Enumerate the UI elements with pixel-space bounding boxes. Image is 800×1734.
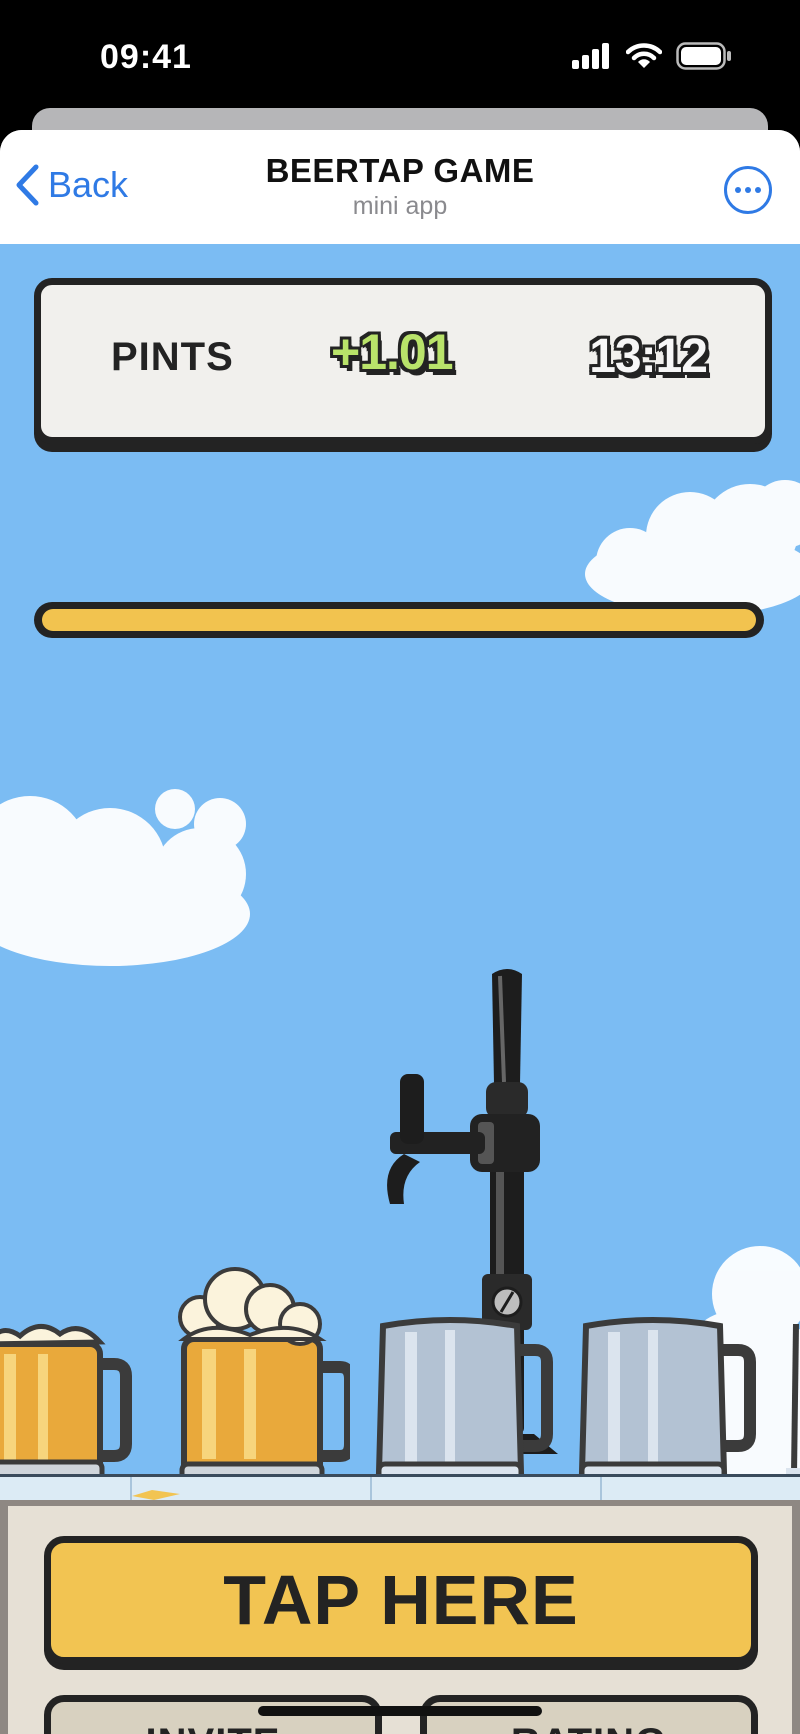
score-panel: PINTS +1.01 13:12 — [34, 278, 772, 444]
game-area[interactable]: PINTS +1.01 13:12 TAP HERE — [0, 244, 800, 1734]
app-screen: 09:41 Back BEERTAP GAME mini app PINTS +… — [0, 0, 800, 1734]
cellular-signal-icon — [572, 43, 609, 69]
page-subtitle: mini app — [352, 192, 448, 220]
wifi-icon — [626, 43, 662, 68]
beer-mug-full-icon — [0, 1324, 132, 1483]
app-header: Back BEERTAP GAME mini app — [0, 130, 800, 244]
beer-mug-empty-icon — [578, 1317, 756, 1483]
more-options-button[interactable] — [724, 166, 772, 214]
mini-app-sheet: Back BEERTAP GAME mini app PINTS +1.01 1… — [0, 130, 800, 1734]
countdown-timer: 13:12 — [589, 330, 708, 383]
progress-bar-fill — [42, 609, 756, 631]
status-time: 09:41 — [100, 38, 192, 76]
status-bar: 09:41 — [0, 0, 800, 110]
pints-bonus: +1.01 — [331, 324, 454, 380]
cloud-left — [0, 789, 250, 966]
home-indicator[interactable] — [258, 1706, 542, 1716]
control-panel: TAP HERE INVITE RATING — [0, 1500, 800, 1734]
page-title: BEERTAP GAME — [265, 152, 535, 189]
status-icons — [572, 42, 732, 70]
more-options-icon — [735, 187, 741, 193]
progress-bar — [34, 602, 764, 638]
beer-mug-edge-icon — [786, 1324, 800, 1482]
pints-label: PINTS — [111, 335, 234, 379]
beer-mug-empty-icon — [375, 1317, 553, 1483]
battery-icon — [676, 42, 731, 70]
beer-mug-overflowing-icon — [178, 1267, 350, 1484]
tap-here-button[interactable]: TAP HERE — [44, 1536, 758, 1664]
